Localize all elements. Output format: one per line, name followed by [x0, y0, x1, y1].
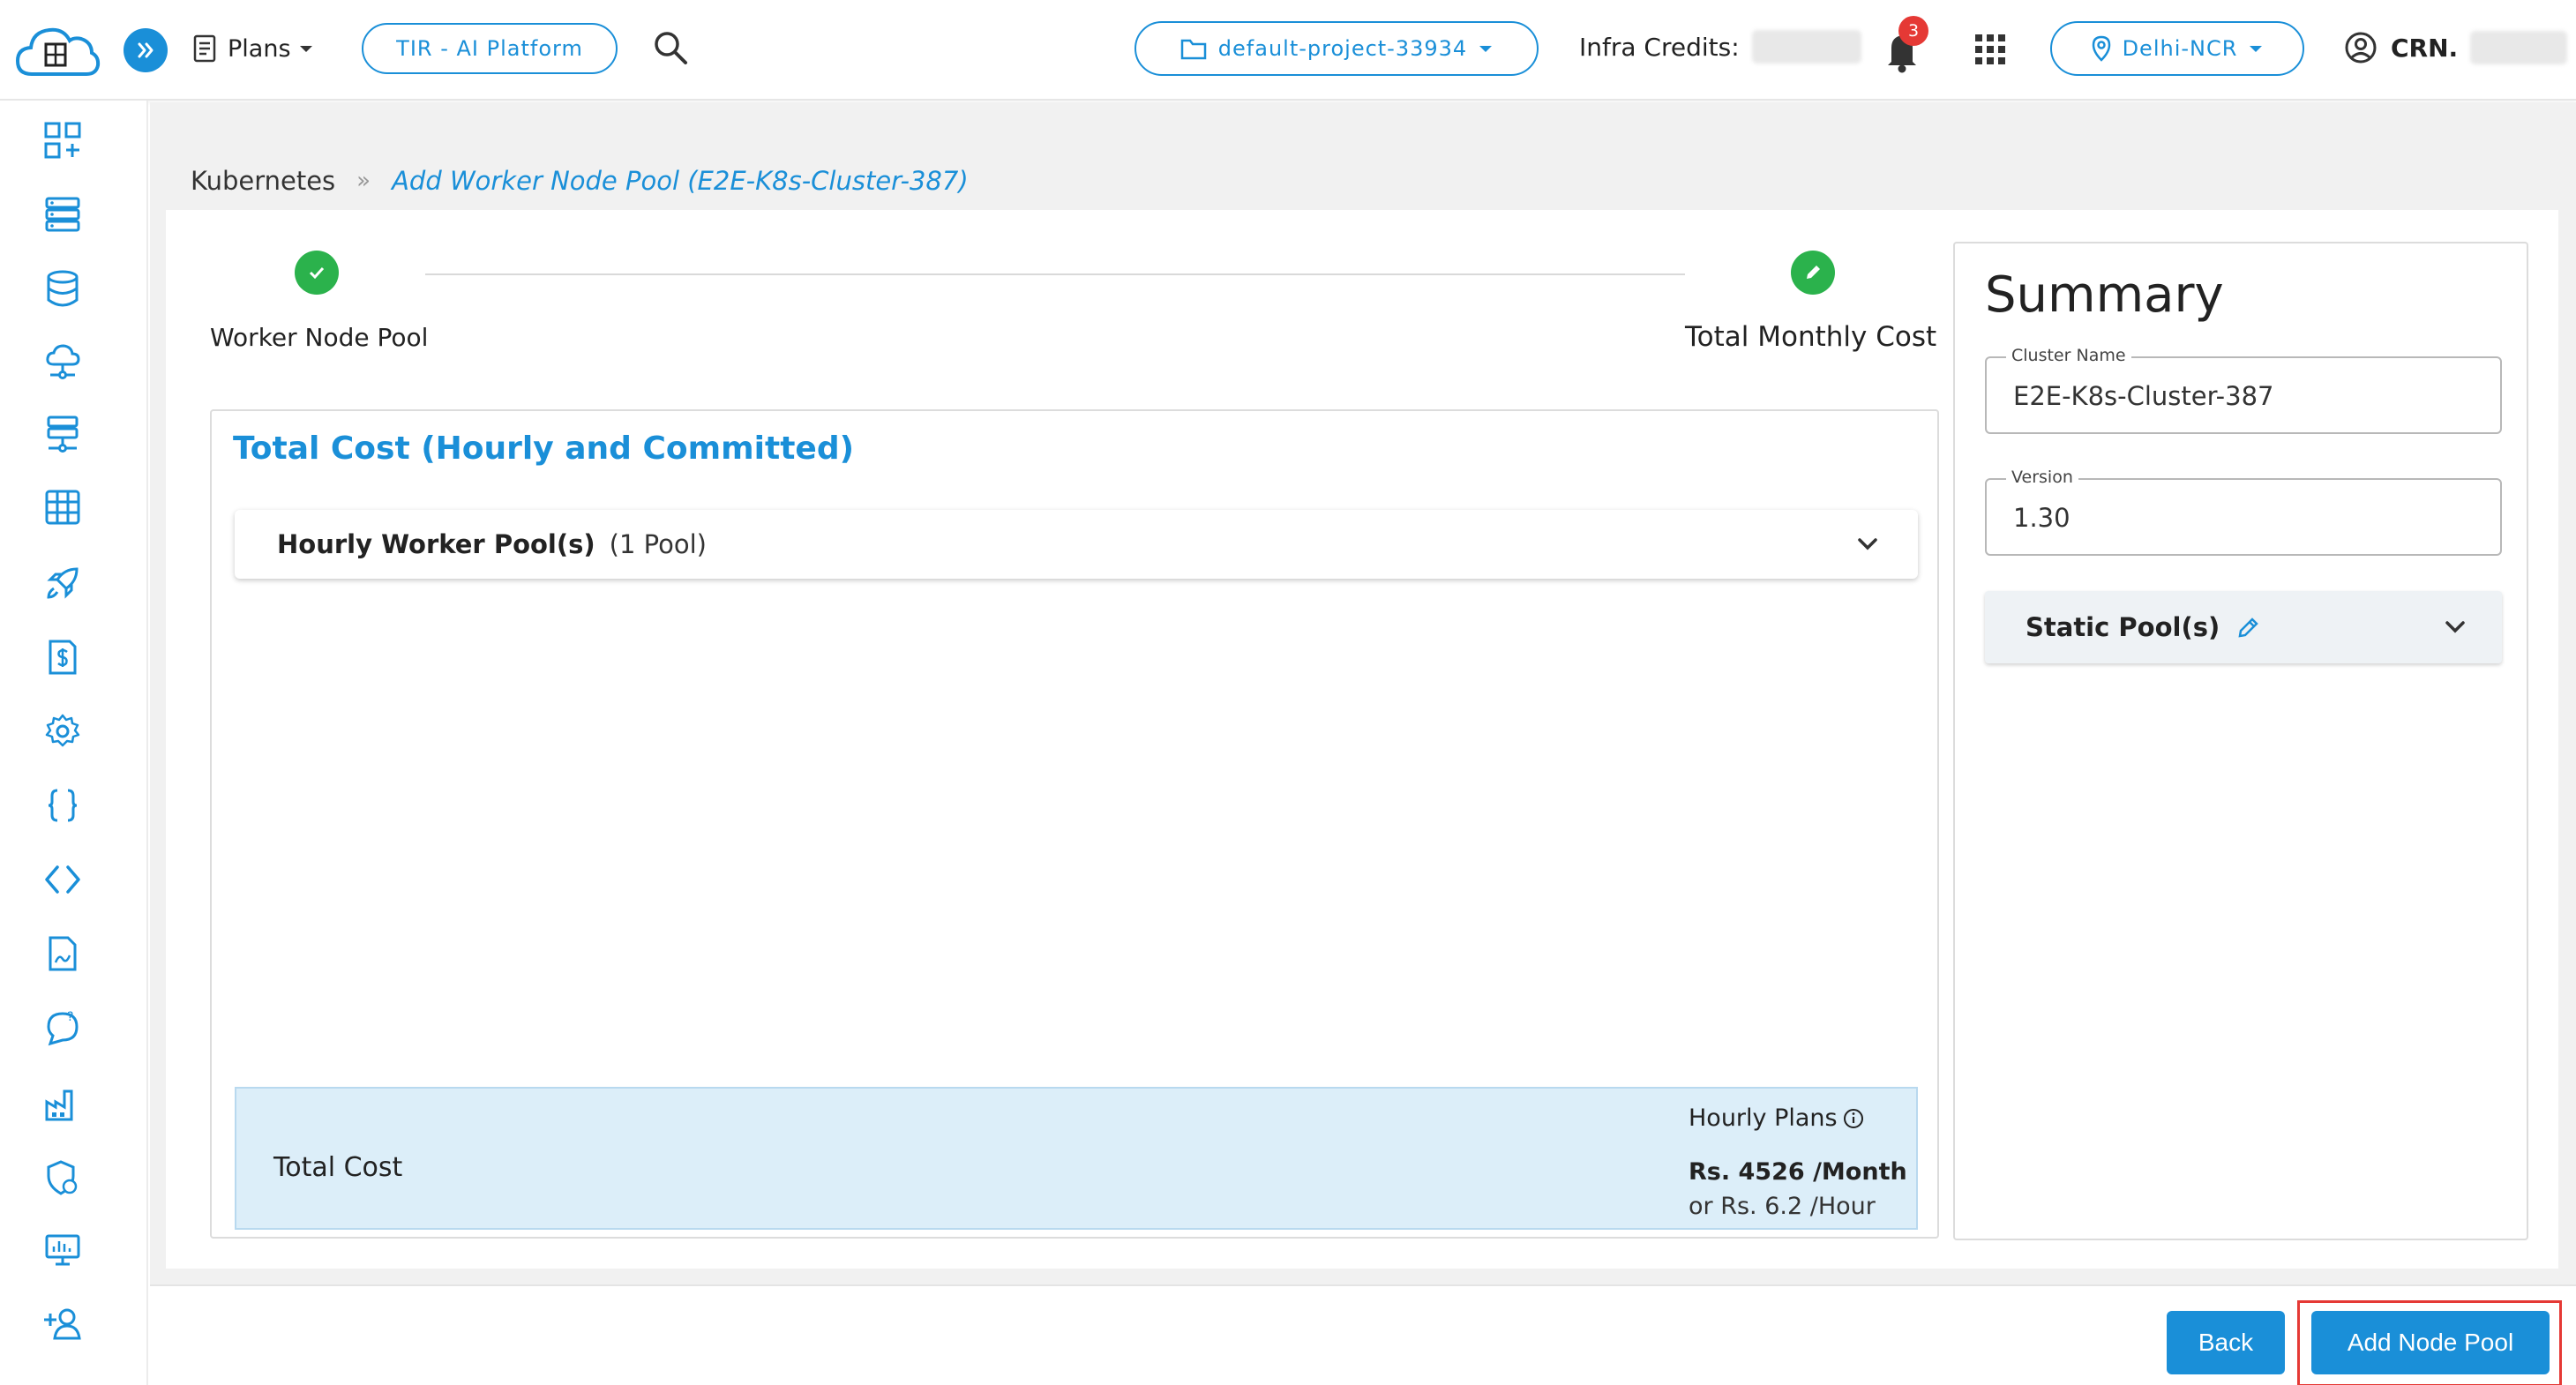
chat-question-icon[interactable]: ?: [41, 1006, 85, 1050]
accordion-pool-count: (1 Pool): [609, 529, 707, 559]
hourly-cost: or Rs. 6.2 /Hour: [1689, 1193, 1876, 1220]
braces-icon[interactable]: [41, 783, 85, 827]
info-icon[interactable]: [1843, 1108, 1864, 1129]
crn-value-redacted: [2470, 31, 2568, 64]
cluster-name-label: Cluster Name: [2006, 346, 2131, 365]
plans-menu[interactable]: Plans: [192, 26, 314, 71]
breadcrumb-kubernetes[interactable]: Kubernetes: [191, 166, 335, 196]
accordion-title: Hourly Worker Pool(s): [277, 529, 595, 559]
search-icon[interactable]: [651, 28, 692, 69]
breadcrumb-current: Add Worker Node Pool (E2E-K8s-Cluster-38…: [392, 166, 969, 196]
step1-label: Worker Node Pool: [210, 323, 429, 352]
total-cost-label: Total Cost: [273, 1152, 403, 1183]
grid-table-icon[interactable]: [41, 485, 85, 529]
hourly-plans-block: Hourly Plans Rs. 4526 /Month or Rs. 6.2 …: [1689, 1104, 1907, 1220]
server-list-icon[interactable]: [41, 192, 85, 236]
breadcrumb: Kubernetes » Add Worker Node Pool (E2E-K…: [191, 166, 969, 196]
step2-label: Total Monthly Cost: [1685, 321, 1937, 353]
version-label: Version: [2006, 468, 2078, 487]
svg-text:?: ?: [67, 1010, 73, 1024]
version-value: 1.30: [2013, 503, 2071, 533]
static-pools-label: Static Pool(s): [2026, 612, 2220, 642]
apps-grid-icon[interactable]: [1973, 32, 2008, 67]
e2e-cloud-logo[interactable]: [12, 19, 101, 86]
step1-check-icon: [295, 251, 339, 295]
user-circle-icon: [2345, 32, 2377, 64]
factory-icon[interactable]: [41, 1082, 85, 1126]
rocket-icon[interactable]: [41, 561, 85, 605]
infra-credits-value-redacted: [1751, 30, 1861, 64]
stepper-connector: [425, 273, 1685, 275]
static-pools-accordion[interactable]: Static Pool(s): [1985, 591, 2502, 663]
add-node-pool-button[interactable]: Add Node Pool: [2311, 1311, 2550, 1374]
tir-label: TIR - AI Platform: [396, 36, 583, 61]
monthly-cost: Rs. 4526 /Month: [1689, 1158, 1907, 1186]
crn-label: CRN.: [2391, 33, 2459, 63]
network-server-icon[interactable]: [41, 411, 85, 455]
notification-count-badge: 3: [1898, 16, 1928, 46]
breadcrumb-separator: »: [356, 168, 371, 194]
footer-action-bar: Back Add Node Pool: [150, 1284, 2576, 1385]
total-cost-panel: Total Cost (Hourly and Committed) Hourly…: [210, 409, 1939, 1239]
chevron-down-icon: [2445, 621, 2465, 633]
region-label: Delhi-NCR: [2122, 36, 2238, 61]
expand-sidebar-button[interactable]: [124, 28, 168, 72]
billing-icon[interactable]: [41, 635, 85, 679]
database-icon[interactable]: [41, 266, 85, 311]
back-button[interactable]: Back: [2167, 1311, 2285, 1374]
double-chevron-right-icon: [138, 42, 154, 58]
step2-edit-icon: [1791, 251, 1835, 295]
settings-icon[interactable]: [41, 709, 85, 753]
location-pin-icon: [2092, 35, 2110, 62]
project-label: default-project-33934: [1217, 36, 1468, 61]
summary-title: Summary: [1985, 266, 2224, 324]
hourly-plans-heading: Hourly Plans: [1689, 1104, 1907, 1132]
caret-down-icon: [299, 46, 312, 52]
account-menu[interactable]: CRN.: [2343, 30, 2568, 65]
chevron-down-icon: [1858, 538, 1877, 550]
project-selector[interactable]: default-project-33934: [1134, 21, 1539, 76]
infra-credits: Infra Credits:: [1579, 30, 1861, 64]
security-user-icon[interactable]: [41, 1156, 85, 1200]
document-icon[interactable]: [41, 932, 85, 976]
code-icon[interactable]: [41, 857, 85, 902]
region-selector[interactable]: Delhi-NCR: [2050, 21, 2304, 76]
cluster-name-field[interactable]: Cluster Name E2E-K8s-Cluster-387: [1985, 346, 2502, 434]
plans-icon: [193, 34, 216, 63]
summary-panel: Summary Cluster Name E2E-K8s-Cluster-387…: [1953, 242, 2528, 1240]
monitor-icon[interactable]: [41, 1228, 85, 1272]
caret-down-icon: [2250, 46, 2263, 52]
total-cost-heading: Total Cost (Hourly and Committed): [233, 430, 855, 467]
edit-pencil-icon[interactable]: [2235, 614, 2262, 640]
cluster-name-value: E2E-K8s-Cluster-387: [2013, 381, 2274, 411]
plans-label: Plans: [228, 34, 291, 63]
top-bar: Plans TIR - AI Platform default-project-…: [0, 0, 2576, 101]
infra-credits-label: Infra Credits:: [1579, 32, 1740, 62]
tir-ai-platform-button[interactable]: TIR - AI Platform: [362, 23, 618, 74]
caret-down-icon: [1479, 46, 1493, 52]
total-cost-summary: Total Cost Hourly Plans Rs. 4526 /Month …: [235, 1087, 1918, 1230]
hourly-worker-pool-accordion[interactable]: Hourly Worker Pool(s) (1 Pool): [235, 510, 1918, 579]
cloud-network-icon[interactable]: [41, 339, 85, 383]
version-field[interactable]: Version 1.30: [1985, 468, 2502, 556]
sidebar: ?: [0, 101, 148, 1385]
hourly-plans-label: Hourly Plans: [1689, 1104, 1838, 1132]
add-user-icon[interactable]: [41, 1302, 85, 1346]
dashboard-add-icon[interactable]: [41, 118, 85, 162]
folder-icon: [1180, 39, 1207, 60]
